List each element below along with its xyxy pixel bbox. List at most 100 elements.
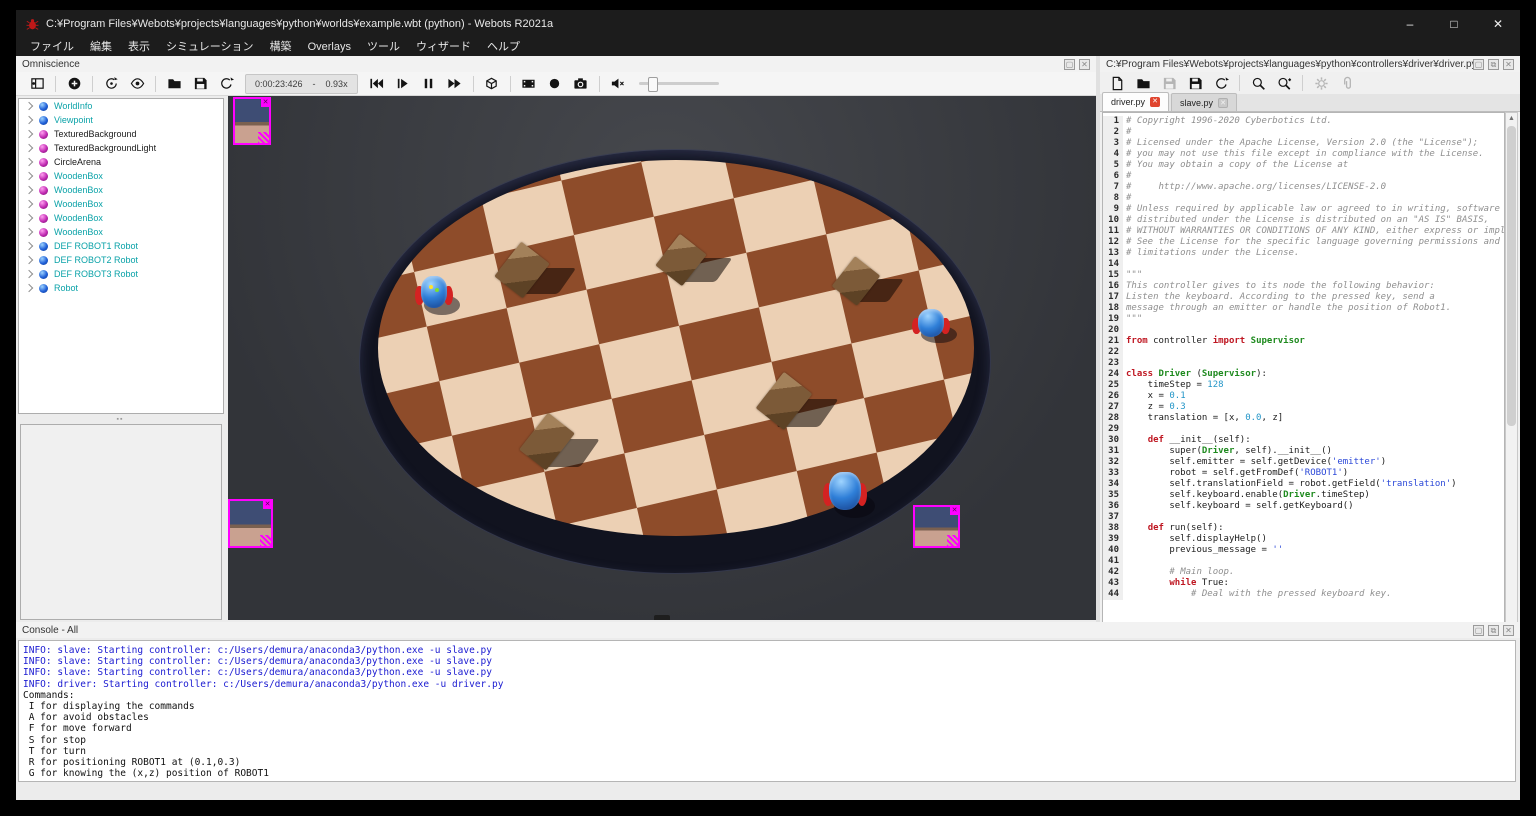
tab-driver-py[interactable]: driver.py✕ <box>1102 92 1169 111</box>
wooden-box-3[interactable] <box>840 262 872 300</box>
tab-slave-py[interactable]: slave.py✕ <box>1171 93 1237 111</box>
robot-3[interactable] <box>826 470 864 514</box>
wooden-box-4[interactable] <box>766 378 802 424</box>
tree-item-circlearena[interactable]: CircleArena <box>19 155 223 169</box>
expand-chevron-icon[interactable] <box>25 270 33 278</box>
menu-item-2[interactable]: 編集 <box>82 38 120 56</box>
maximize-button[interactable]: ⧉ <box>1488 59 1499 70</box>
tree-item-woodenbox[interactable]: WoodenBox <box>19 183 223 197</box>
wooden-box-1[interactable] <box>504 248 540 292</box>
new-file-button[interactable] <box>1104 73 1130 93</box>
expand-chevron-icon[interactable] <box>25 186 33 194</box>
scroll-up-arrow[interactable]: ▲ <box>1506 115 1517 122</box>
restore-viewpoint-button[interactable] <box>124 74 150 94</box>
camera-overlay-3[interactable]: ✕ <box>913 505 960 548</box>
scrollbar-thumb[interactable] <box>1507 126 1516 426</box>
camera-overlay-2[interactable]: ✕ <box>228 499 273 548</box>
find-replace-button[interactable] <box>1271 73 1297 93</box>
wooden-box-2[interactable] <box>664 240 698 280</box>
menu-item-6[interactable]: Overlays <box>300 38 359 56</box>
save-world-button[interactable] <box>187 74 213 94</box>
maximize-button[interactable]: ⧉ <box>1488 625 1499 636</box>
robot-2[interactable] <box>915 308 947 340</box>
close-button[interactable]: ✕ <box>1476 10 1520 38</box>
movie-record-button[interactable] <box>516 74 542 94</box>
toggle-scene-tree-button[interactable] <box>24 74 50 94</box>
rewind-button[interactable] <box>364 74 390 94</box>
float-window-button[interactable]: ▢ <box>1473 625 1484 636</box>
minimize-button[interactable]: – <box>1388 10 1432 38</box>
volume-slider-thumb[interactable] <box>648 77 658 92</box>
tree-item-woodenbox[interactable]: WoodenBox <box>19 211 223 225</box>
expand-chevron-icon[interactable] <box>25 130 33 138</box>
expand-chevron-icon[interactable] <box>25 116 33 124</box>
expand-chevron-icon[interactable] <box>25 256 33 264</box>
close-button[interactable]: ✕ <box>1503 625 1514 636</box>
tree-item-def-robot2-robot[interactable]: DEF ROBOT2 Robot <box>19 253 223 267</box>
save-as-button[interactable] <box>1182 73 1208 93</box>
rendering-cube-button[interactable] <box>479 74 505 94</box>
expand-chevron-icon[interactable] <box>25 214 33 222</box>
code-area[interactable]: 1# Copyright 1996-2020 Cyberbotics Ltd.2… <box>1102 112 1505 652</box>
float-window-button[interactable]: ▢ <box>1473 59 1484 70</box>
attach-paperclip-button[interactable] <box>1334 73 1360 93</box>
close-button[interactable]: ✕ <box>1503 59 1514 70</box>
robot-1[interactable] <box>418 275 450 311</box>
tab-close-icon[interactable]: ✕ <box>1218 98 1228 108</box>
reset-simulation-button[interactable] <box>98 74 124 94</box>
find-button[interactable] <box>1245 73 1271 93</box>
close-button[interactable]: ✕ <box>1079 59 1090 70</box>
tree-item-robot[interactable]: Robot <box>19 281 223 295</box>
pause-button[interactable] <box>416 74 442 94</box>
tree-item-worldinfo[interactable]: WorldInfo <box>19 99 223 113</box>
expand-chevron-icon[interactable] <box>25 228 33 236</box>
volume-slider[interactable] <box>639 82 719 85</box>
reload-world-button[interactable] <box>213 74 239 94</box>
menu-item-4[interactable]: シミュレーション <box>158 38 262 56</box>
menu-item-7[interactable]: ツール <box>359 38 408 56</box>
maximize-button[interactable]: □ <box>1432 10 1476 38</box>
expand-chevron-icon[interactable] <box>25 172 33 180</box>
camera-overlay-1[interactable]: ✕ <box>233 97 271 145</box>
expand-chevron-icon[interactable] <box>25 102 33 110</box>
overlay-close-icon[interactable]: ✕ <box>263 500 272 509</box>
tree-item-viewpoint[interactable]: Viewpoint <box>19 113 223 127</box>
overlay-resize-handle[interactable] <box>258 132 270 144</box>
expand-chevron-icon[interactable] <box>25 200 33 208</box>
tree-item-woodenbox[interactable]: WoodenBox <box>19 169 223 183</box>
tree-item-def-robot1-robot[interactable]: DEF ROBOT1 Robot <box>19 239 223 253</box>
step-button[interactable] <box>390 74 416 94</box>
menu-item-8[interactable]: ウィザード <box>408 38 479 56</box>
3d-viewport[interactable]: ✕ ✕ ✕ <box>228 96 1096 620</box>
sound-mute-button[interactable] <box>605 74 631 94</box>
tab-close-icon[interactable]: ✕ <box>1150 97 1160 107</box>
overlay-resize-handle[interactable] <box>260 535 272 547</box>
screenshot-camera-button[interactable] <box>568 74 594 94</box>
save-file-button[interactable] <box>1156 73 1182 93</box>
preferences-gear-button[interactable] <box>1308 73 1334 93</box>
tree-item-texturedbackgroundlight[interactable]: TexturedBackgroundLight <box>19 141 223 155</box>
expand-chevron-icon[interactable] <box>25 158 33 166</box>
expand-chevron-icon[interactable] <box>25 284 33 292</box>
overlay-resize-handle[interactable] <box>947 535 959 547</box>
viewport-resize-handle[interactable] <box>654 615 670 620</box>
overlay-close-icon[interactable]: ✕ <box>261 98 270 107</box>
menu-item-1[interactable]: ファイル <box>22 38 82 56</box>
vertical-scrollbar[interactable]: ▲ ▼ <box>1505 112 1518 652</box>
menu-item-5[interactable]: 構築 <box>262 38 300 56</box>
open-world-button[interactable] <box>161 74 187 94</box>
menu-item-9[interactable]: ヘルプ <box>479 38 528 56</box>
float-window-button[interactable]: ▢ <box>1064 59 1075 70</box>
wooden-box-5[interactable] <box>530 418 564 465</box>
add-node-button[interactable] <box>61 74 87 94</box>
expand-chevron-icon[interactable] <box>25 242 33 250</box>
overlay-close-icon[interactable]: ✕ <box>950 506 959 515</box>
tree-splitter-handle[interactable]: ▪▪ <box>18 416 222 422</box>
tree-item-woodenbox[interactable]: WoodenBox <box>19 197 223 211</box>
expand-chevron-icon[interactable] <box>25 144 33 152</box>
revert-file-button[interactable] <box>1208 73 1234 93</box>
tree-item-woodenbox[interactable]: WoodenBox <box>19 225 223 239</box>
tree-item-def-robot3-robot[interactable]: DEF ROBOT3 Robot <box>19 267 223 281</box>
open-file-button[interactable] <box>1130 73 1156 93</box>
animation-record-button[interactable] <box>542 74 568 94</box>
